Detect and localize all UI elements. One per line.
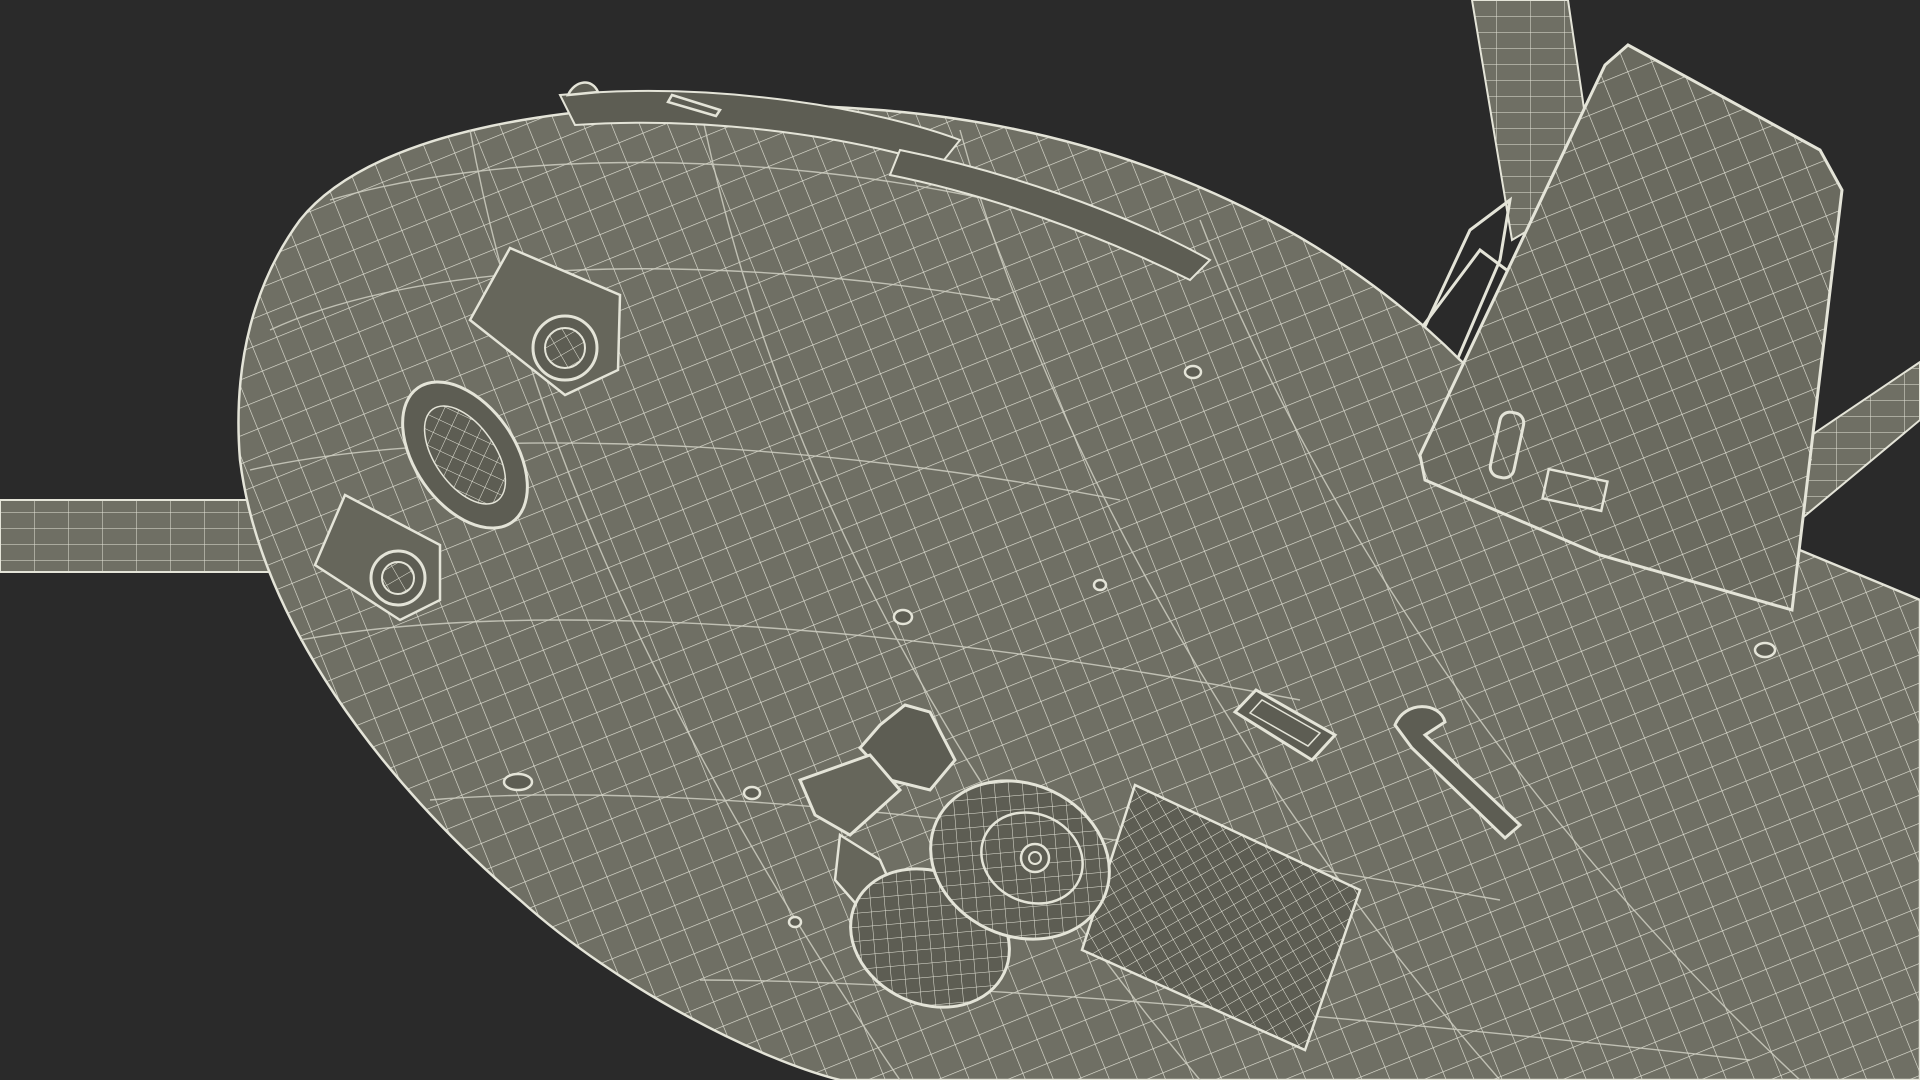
render-viewport bbox=[0, 0, 1920, 1080]
